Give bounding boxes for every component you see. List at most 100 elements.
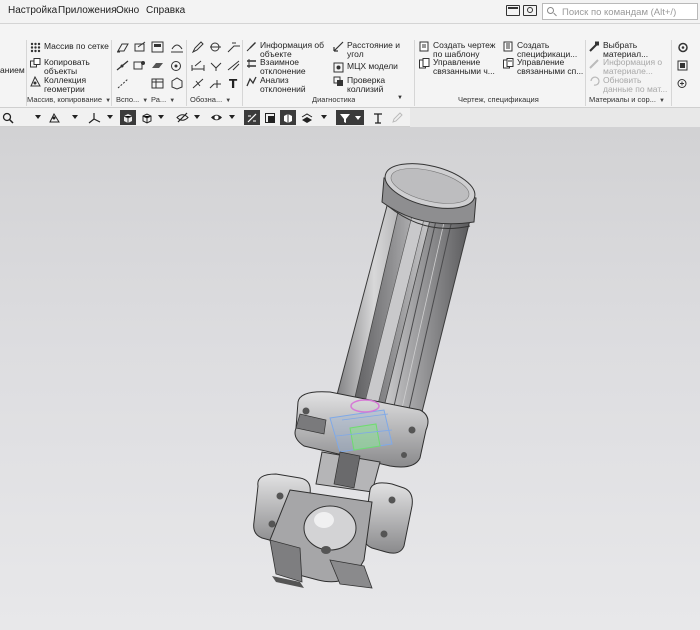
text-icon[interactable]: T	[227, 77, 241, 90]
search-icon	[547, 7, 554, 14]
group-label-chertezh[interactable]: Чертеж, спецификация	[458, 95, 539, 107]
group-label-diagnostika[interactable]: Диагностика	[312, 95, 355, 107]
group-label-materialy[interactable]: Материалы и сор... ▼	[589, 95, 665, 107]
mass-properties-button[interactable]: МЦХ модели	[333, 62, 398, 73]
geometry-collection-icon	[30, 76, 41, 87]
ribbon-partial-item[interactable]: анием	[0, 66, 25, 75]
ribbon: анием Массив по сетке Копировать объекты …	[0, 24, 700, 108]
view-toolbar	[0, 108, 410, 127]
layers-dropdown[interactable]	[321, 115, 327, 119]
cut-view-icon[interactable]	[280, 110, 296, 125]
display-mode-icon[interactable]	[139, 110, 155, 125]
linked-drawings-icon	[419, 58, 430, 69]
weld-icon[interactable]	[227, 59, 241, 72]
group-label-ra[interactable]: Ра... ▼	[151, 95, 175, 107]
deviation-analysis-button[interactable]: Анализ отклонений	[246, 76, 306, 93]
refresh-icon	[589, 76, 600, 87]
orient-dropdown[interactable]	[72, 115, 78, 119]
measure-tool-icon[interactable]	[370, 110, 386, 125]
mass-properties-icon	[333, 62, 344, 73]
distance-angle-button[interactable]: Расстояние и угол	[333, 41, 400, 58]
command-search[interactable]: Поиск по командам (Alt+/)	[542, 3, 698, 20]
hide-icon[interactable]	[174, 110, 190, 125]
sketch-icon[interactable]	[244, 110, 260, 125]
3d-model	[253, 163, 477, 589]
zoom-dropdown[interactable]	[35, 115, 41, 119]
menu-spravka[interactable]: Справка	[146, 5, 185, 16]
measure-icon[interactable]	[170, 41, 184, 54]
copy-icon	[30, 58, 41, 69]
roughness-icon[interactable]	[209, 41, 223, 54]
manage-linked-specs-button[interactable]: Управление связанными сп...	[503, 58, 583, 75]
drawing-icon	[419, 41, 430, 52]
search-input[interactable]: Поиск по командам (Alt+/)	[562, 7, 676, 18]
axes-dropdown[interactable]	[107, 115, 113, 119]
manage-linked-drawings-button[interactable]: Управление связанными ч...	[419, 58, 495, 75]
mutual-deviation-button[interactable]: Взаимное отклонение	[246, 58, 306, 75]
group-diagnostika-dropdown[interactable]: ▼	[397, 95, 403, 107]
svg-text:T: T	[229, 77, 238, 90]
deviation-analysis-icon	[246, 76, 257, 87]
surface-icon[interactable]	[151, 59, 165, 72]
section-view-icon[interactable]	[262, 110, 278, 125]
leader-icon[interactable]	[227, 41, 241, 54]
section-icon[interactable]	[151, 41, 165, 54]
axis-icon[interactable]	[116, 59, 130, 72]
line-icon[interactable]	[116, 77, 130, 90]
update-material-data-button[interactable]: Обновить данные по мат...	[589, 76, 667, 93]
orient-icon[interactable]	[46, 110, 62, 125]
window-icon[interactable]	[506, 5, 520, 16]
lower-body	[253, 451, 413, 589]
geometry-collection-button[interactable]: Коллекция геометрии	[30, 76, 86, 93]
group-label-vspo[interactable]: Вспо... ▼	[116, 95, 148, 107]
menu-nastroyka[interactable]: Настройка	[8, 5, 57, 16]
plane-offset-icon[interactable]	[133, 41, 147, 54]
copy-objects-button[interactable]: Копировать объекты	[30, 58, 90, 75]
add-icon[interactable]	[676, 77, 690, 90]
create-drawing-button[interactable]: Создать чертеж по шаблону	[419, 41, 495, 58]
eye-icon[interactable]	[208, 110, 224, 125]
zoom-icon[interactable]	[0, 110, 16, 125]
object-info-button[interactable]: Информация об объекте	[246, 41, 324, 58]
distance-icon	[333, 41, 344, 52]
grid-array-icon	[30, 42, 41, 53]
filter-icon[interactable]	[336, 110, 364, 125]
layers-icon[interactable]	[676, 59, 690, 72]
measure-volume-icon[interactable]	[170, 77, 184, 90]
menu-prilozheniya[interactable]: Приложения	[58, 5, 117, 16]
axes-icon[interactable]	[86, 110, 102, 125]
model-viewport[interactable]	[0, 127, 700, 630]
table-icon[interactable]	[151, 77, 165, 90]
group-label-oboznach[interactable]: Обозна... ▼	[190, 95, 231, 107]
shaft-body	[332, 201, 471, 421]
tolerance-icon[interactable]	[209, 59, 223, 72]
auxiliary-plane-icon[interactable]	[116, 41, 130, 54]
material-info-icon	[589, 58, 600, 69]
linked-specs-icon	[503, 58, 514, 69]
dimension-icon[interactable]	[191, 59, 205, 72]
material-info-button[interactable]: Информация о материале...	[589, 58, 662, 75]
edit-icon[interactable]	[191, 41, 205, 54]
choose-material-button[interactable]: Выбрать материал...	[589, 41, 648, 58]
specification-icon	[503, 41, 514, 52]
display-dropdown[interactable]	[158, 115, 164, 119]
eye-dropdown[interactable]	[229, 115, 235, 119]
point-icon[interactable]	[133, 59, 147, 72]
hide-dropdown[interactable]	[194, 115, 200, 119]
group-label-massiv[interactable]: Массив, копирование ▼	[27, 95, 111, 107]
menubar: Настройка Приложения Окно Справка Поиск …	[0, 0, 700, 24]
settings-gear-icon[interactable]	[676, 41, 690, 54]
camera-icon[interactable]	[523, 5, 537, 16]
grid-array-button[interactable]: Массив по сетке	[30, 42, 109, 53]
pencil-icon[interactable]	[389, 110, 405, 125]
layers-view-icon[interactable]	[299, 110, 315, 125]
measure-area-icon[interactable]	[170, 59, 184, 72]
create-specification-button[interactable]: Создать спецификаци...	[503, 41, 577, 58]
menu-okno[interactable]: Окно	[116, 5, 139, 16]
base-icon[interactable]	[209, 77, 223, 90]
view-cube-icon[interactable]	[120, 110, 136, 125]
mark-icon[interactable]	[191, 77, 205, 90]
collision-check-button[interactable]: Проверка коллизий	[333, 76, 385, 93]
material-icon	[589, 41, 600, 52]
deviation-icon	[246, 58, 257, 69]
